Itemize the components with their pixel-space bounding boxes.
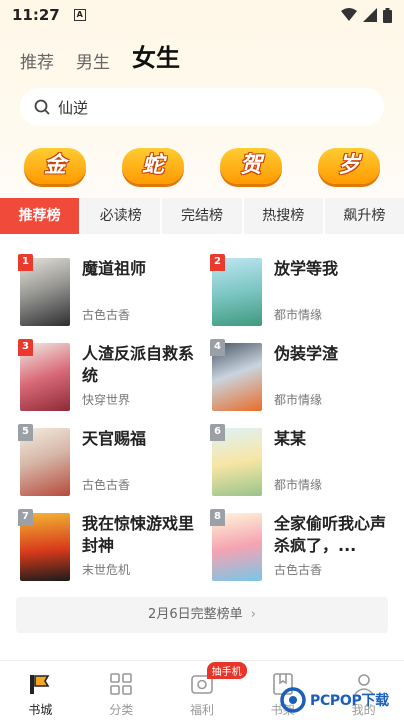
- banner-char: 金: [43, 153, 66, 178]
- banner-char: 岁: [337, 153, 360, 178]
- rank-badge: 3: [18, 339, 33, 356]
- book-item[interactable]: 2 放学等我 都市情缘: [210, 254, 392, 330]
- status-icons: [341, 7, 392, 23]
- book-item[interactable]: 8 全家偷听我心声杀疯了，... 古色古香: [210, 509, 392, 585]
- status-bar: 11:27 A: [0, 0, 404, 30]
- book-item[interactable]: 3 人渣反派自救系统 快穿世界: [18, 339, 200, 415]
- watermark-text: PCPOP下载: [310, 693, 389, 709]
- book-genre: 都市情缘: [274, 393, 323, 407]
- banner-item-4: 岁: [318, 148, 380, 186]
- search-input[interactable]: 仙逆: [58, 97, 88, 118]
- book-title: 魔道祖师: [82, 259, 147, 278]
- full-ranking-label: 2月6日完整榜单: [148, 607, 243, 622]
- banner-item-2: 蛇: [122, 148, 184, 186]
- festival-banner[interactable]: 金 蛇 贺 岁: [0, 142, 404, 196]
- banner-char: 贺: [239, 153, 262, 178]
- tab-male[interactable]: 男生: [76, 48, 110, 73]
- full-ranking-button[interactable]: 2月6日完整榜单 ›: [16, 597, 388, 633]
- rank-badge: 4: [210, 339, 225, 356]
- tab-completed-rank[interactable]: 完结榜: [162, 198, 242, 234]
- book-title: 人渣反派自救系统: [82, 344, 195, 385]
- banner-item-3: 贺: [220, 148, 282, 186]
- ranking-tabs: 推荐榜 必读榜 完结榜 热搜榜 飙升榜: [0, 198, 404, 234]
- wifi-icon: [341, 8, 357, 21]
- book-genre: 古色古香: [82, 478, 131, 492]
- book-title: 天官赐福: [82, 429, 147, 448]
- bookstore-icon: [30, 675, 50, 694]
- nav-label: 分类: [109, 703, 134, 717]
- search-bar[interactable]: 仙逆: [20, 88, 384, 126]
- nav-welfare[interactable]: 抽手机 福利: [162, 662, 247, 720]
- book-title: 伪装学渣: [274, 344, 339, 363]
- notification-icon: A: [73, 9, 86, 21]
- divider: [0, 660, 404, 661]
- watermark: PCPOP下载: [280, 683, 404, 717]
- rank-badge: 5: [18, 424, 33, 441]
- welfare-badge: 抽手机: [206, 662, 247, 679]
- book-genre: 末世危机: [82, 563, 131, 577]
- nav-category[interactable]: 分类: [81, 664, 162, 720]
- rank-badge: 6: [210, 424, 225, 441]
- banner-char: 蛇: [141, 153, 164, 178]
- nav-label: 福利: [189, 703, 214, 717]
- top-tabs: 推荐 男生 女生: [20, 38, 180, 73]
- chevron-right-icon: ›: [250, 607, 256, 622]
- tab-must-read-rank[interactable]: 必读榜: [81, 198, 161, 234]
- book-genre: 都市情缘: [274, 308, 323, 322]
- rank-badge: 7: [18, 509, 33, 526]
- tab-recommend[interactable]: 推荐: [20, 48, 54, 73]
- book-title: 放学等我: [274, 259, 339, 278]
- tab-recommend-rank[interactable]: 推荐榜: [0, 198, 80, 234]
- nav-bookstore[interactable]: 书城: [0, 664, 81, 720]
- search-icon: [34, 99, 50, 115]
- grid-icon: [110, 673, 132, 695]
- book-item[interactable]: 5 天官赐福 古色古香: [18, 424, 200, 500]
- book-item[interactable]: 1 魔道祖师 古色古香: [18, 254, 200, 330]
- book-item[interactable]: 4 伪装学渣 都市情缘: [210, 339, 392, 415]
- tab-female[interactable]: 女生: [132, 38, 180, 73]
- book-title: 某某: [274, 429, 307, 448]
- book-genre: 古色古香: [82, 308, 131, 322]
- book-genre: 古色古香: [274, 563, 323, 577]
- rank-badge: 8: [210, 509, 225, 526]
- book-item[interactable]: 6 某某 都市情缘: [210, 424, 392, 500]
- book-title: 全家偷听我心声杀疯了，...: [274, 514, 387, 555]
- rank-badge: 1: [18, 254, 33, 271]
- book-genre: 快穿世界: [82, 393, 131, 407]
- signal-icon: [363, 8, 377, 22]
- battery-icon: [383, 7, 392, 23]
- status-time: 11:27: [12, 6, 60, 24]
- book-item[interactable]: 7 我在惊悚游戏里封神 末世危机: [18, 509, 200, 585]
- tab-rising-rank[interactable]: 飙升榜: [324, 198, 404, 234]
- book-genre: 都市情缘: [274, 478, 323, 492]
- tab-hot-search-rank[interactable]: 热搜榜: [243, 198, 323, 234]
- book-title: 我在惊悚游戏里封神: [82, 514, 195, 555]
- rank-badge: 2: [210, 254, 225, 271]
- nav-label: 书城: [28, 703, 53, 717]
- pcpop-logo-icon: [280, 687, 306, 713]
- banner-item-1: 金: [24, 148, 86, 186]
